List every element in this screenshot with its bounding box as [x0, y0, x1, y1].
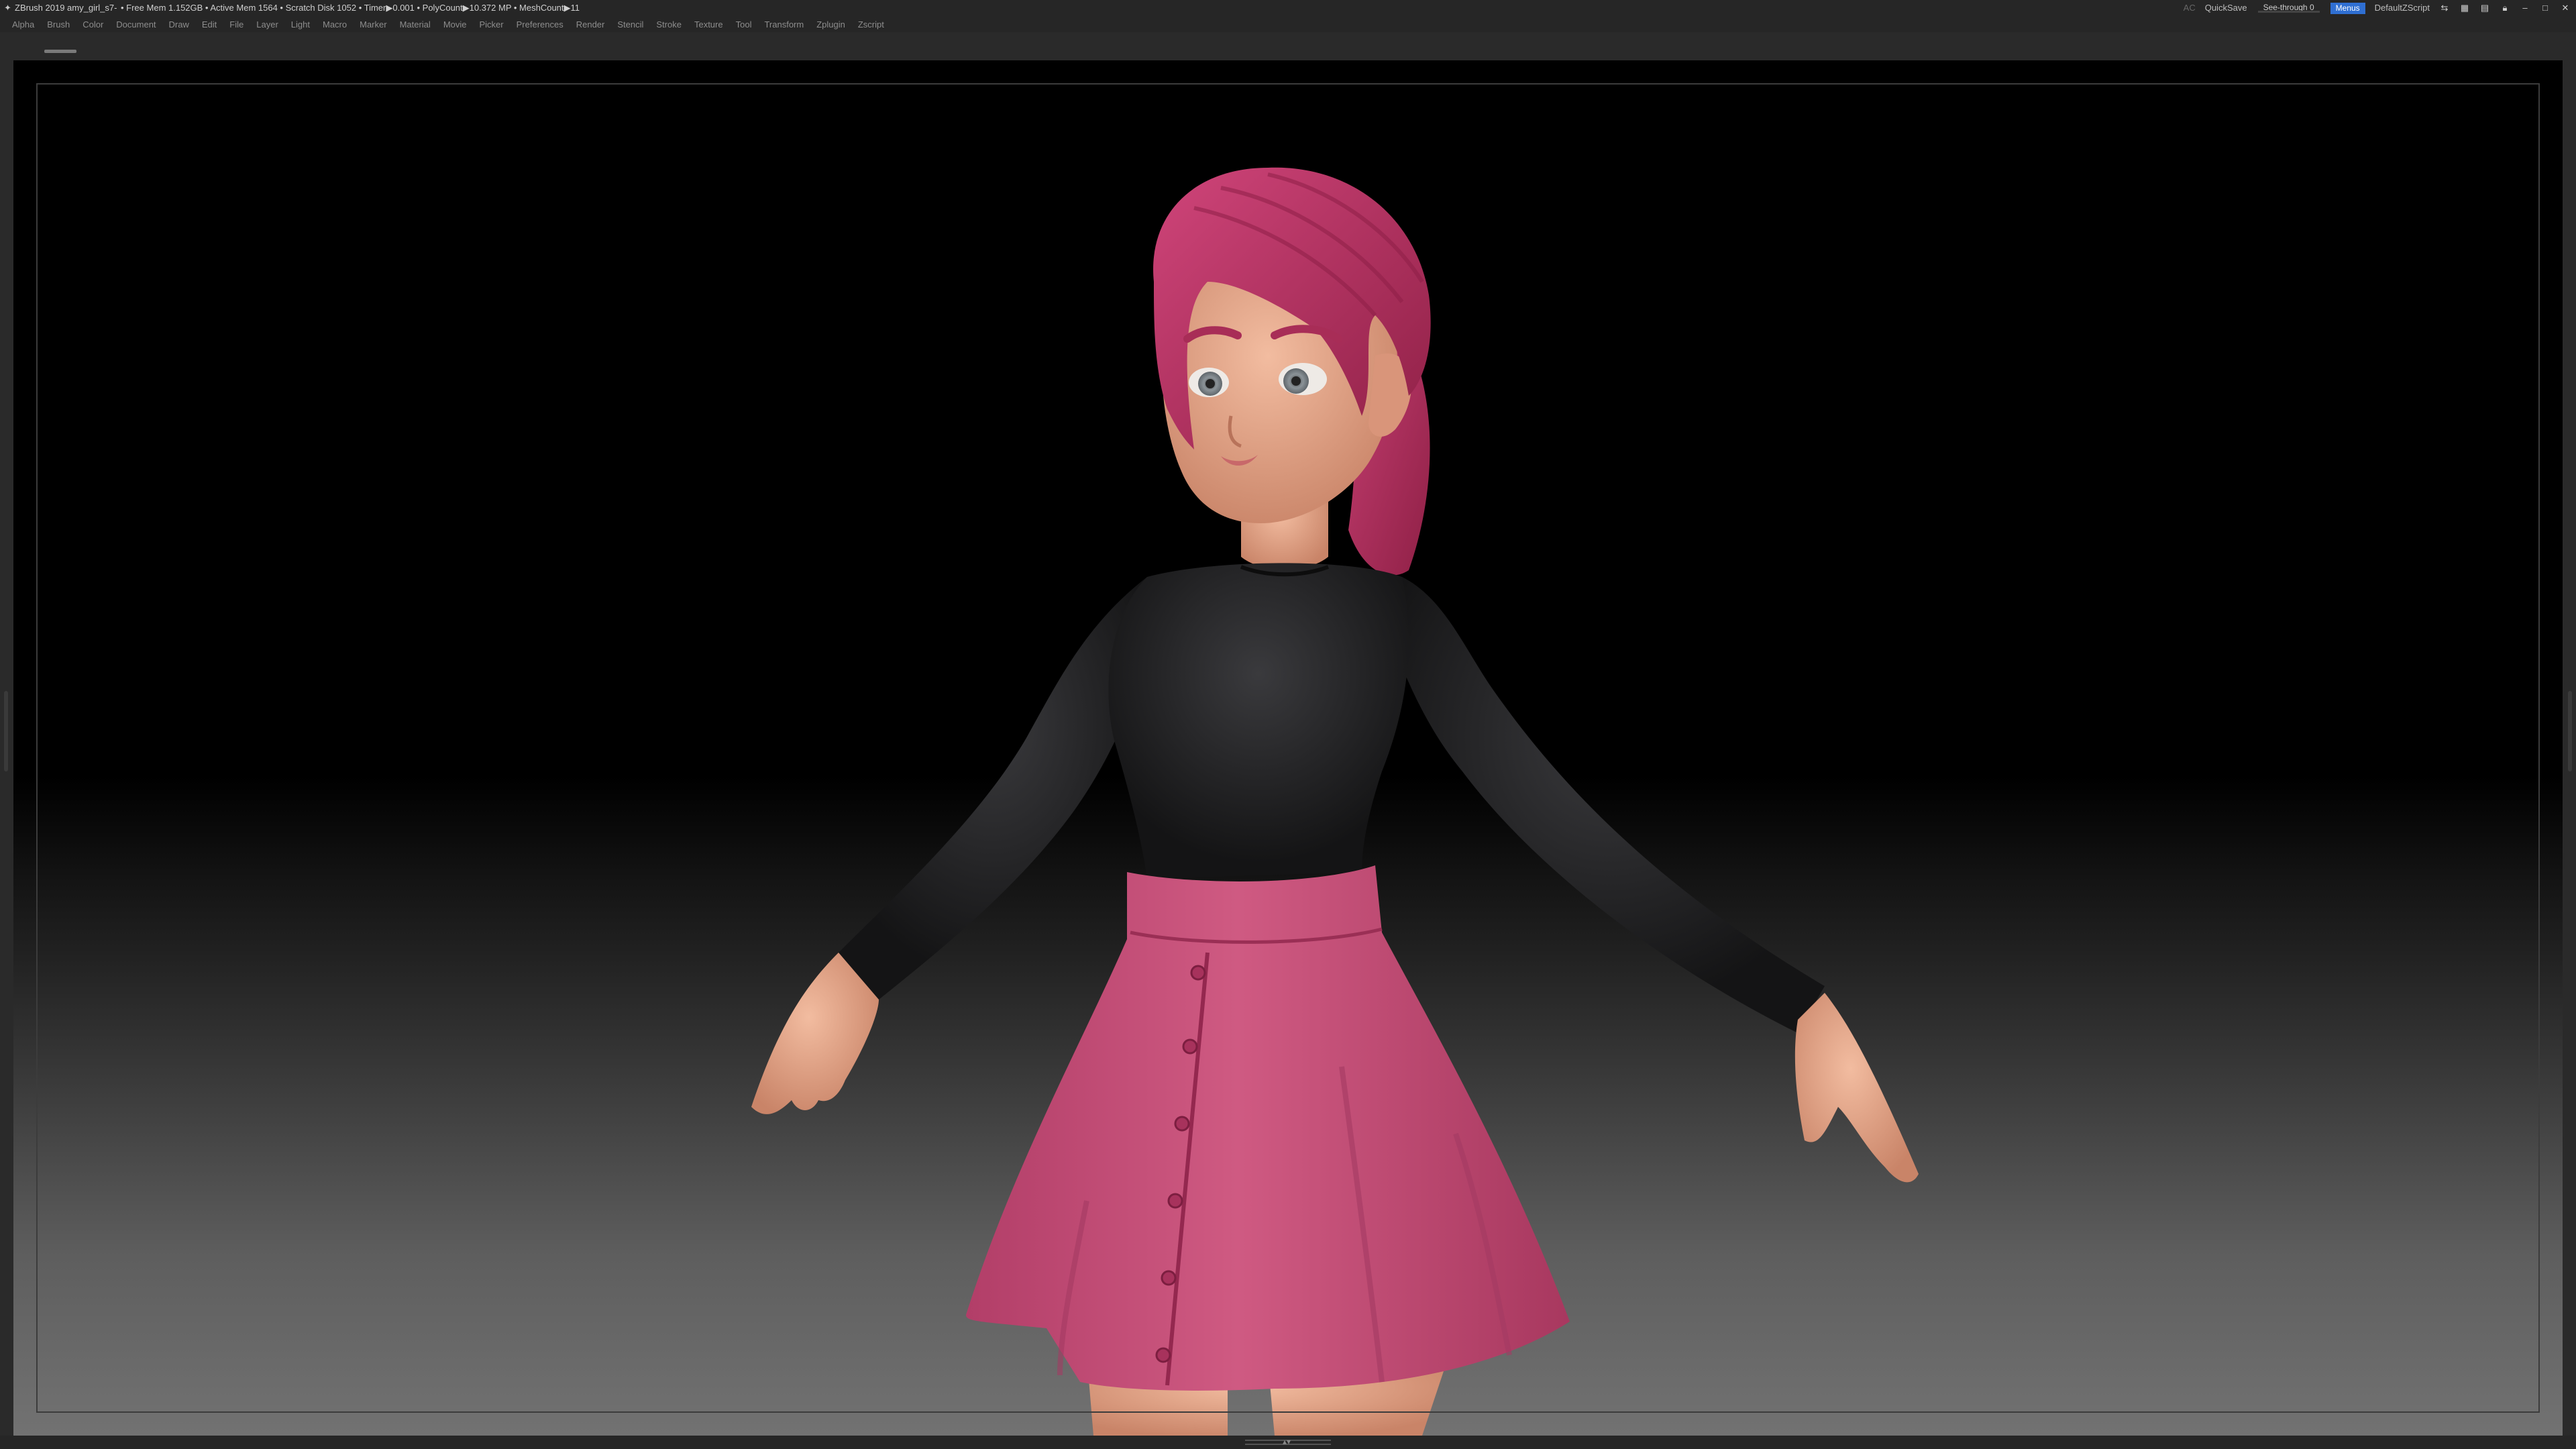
menu-light[interactable]: Light: [291, 19, 310, 30]
right-sleeve: [1395, 577, 1825, 1033]
right-tray-handle[interactable]: [2568, 691, 2572, 771]
left-tray-handle[interactable]: [4, 691, 8, 771]
default-zscript-button[interactable]: DefaultZScript: [2375, 0, 2430, 16]
menu-picker[interactable]: Picker: [480, 19, 504, 30]
menu-transform[interactable]: Transform: [764, 19, 804, 30]
tray-icon[interactable]: ▦: [2459, 0, 2470, 16]
memory-stats: • Free Mem 1.152GB • Active Mem 1564 • S…: [121, 3, 580, 13]
menu-movie[interactable]: Movie: [443, 19, 467, 30]
menu-zscript[interactable]: Zscript: [858, 19, 884, 30]
menu-render[interactable]: Render: [576, 19, 605, 30]
menu-preferences[interactable]: Preferences: [517, 19, 564, 30]
layout-icon[interactable]: ⇆: [2439, 0, 2450, 16]
skirt: [966, 865, 1570, 1391]
menu-edit[interactable]: Edit: [202, 19, 217, 30]
left-pupil: [1205, 379, 1215, 388]
menu-layer[interactable]: Layer: [256, 19, 278, 30]
quicksave-button[interactable]: QuickSave: [2205, 0, 2247, 16]
left-sleeve: [839, 577, 1147, 1000]
document-canvas[interactable]: [13, 60, 2563, 1436]
ac-button[interactable]: AC: [2184, 0, 2196, 16]
menu-zplugin[interactable]: Zplugin: [816, 19, 845, 30]
menu-macro[interactable]: Macro: [323, 19, 347, 30]
menu-material[interactable]: Material: [400, 19, 431, 30]
menu-texture[interactable]: Texture: [694, 19, 723, 30]
menu-file[interactable]: File: [229, 19, 244, 30]
menu-document[interactable]: Document: [116, 19, 156, 30]
expand-arrows-icon[interactable]: ▴▾: [1283, 1437, 1291, 1446]
see-through-slider[interactable]: See-through 0: [2257, 3, 2321, 13]
right-pupil: [1291, 376, 1301, 386]
shirt-torso: [1108, 563, 1409, 879]
minimize-icon[interactable]: –: [2520, 0, 2530, 16]
menu-brush[interactable]: Brush: [47, 19, 70, 30]
title-bar: ✦ ZBrush 2019 amy_girl_s7- • Free Mem 1.…: [0, 0, 2576, 16]
titlebar-right-controls: AC QuickSave See-through 0 Menus Default…: [2184, 0, 2571, 16]
menu-stencil[interactable]: Stencil: [617, 19, 643, 30]
right-hand: [1794, 993, 1919, 1183]
character-model[interactable]: [13, 60, 2563, 1436]
menu-stroke[interactable]: Stroke: [656, 19, 682, 30]
zbrush-logo-icon: ✦: [4, 3, 11, 13]
interface-icon[interactable]: ▤: [2479, 0, 2490, 16]
top-shelf: [0, 32, 2576, 60]
menu-marker[interactable]: Marker: [360, 19, 386, 30]
close-icon[interactable]: ✕: [2560, 0, 2571, 16]
menu-tool[interactable]: Tool: [736, 19, 752, 30]
document-tab[interactable]: [44, 50, 76, 53]
menu-bar: Alpha Brush Color Document Draw Edit Fil…: [0, 16, 2576, 32]
bottom-bar: ▴▾: [0, 1436, 2576, 1449]
maximize-icon[interactable]: □: [2540, 0, 2551, 16]
lock-icon[interactable]: 🔒︎: [2500, 0, 2510, 16]
menus-toggle-button[interactable]: Menus: [2330, 2, 2365, 14]
app-title: ZBrush 2019 amy_girl_s7-: [15, 3, 117, 13]
menu-color[interactable]: Color: [83, 19, 103, 30]
menu-draw[interactable]: Draw: [169, 19, 189, 30]
menu-alpha[interactable]: Alpha: [12, 19, 34, 30]
